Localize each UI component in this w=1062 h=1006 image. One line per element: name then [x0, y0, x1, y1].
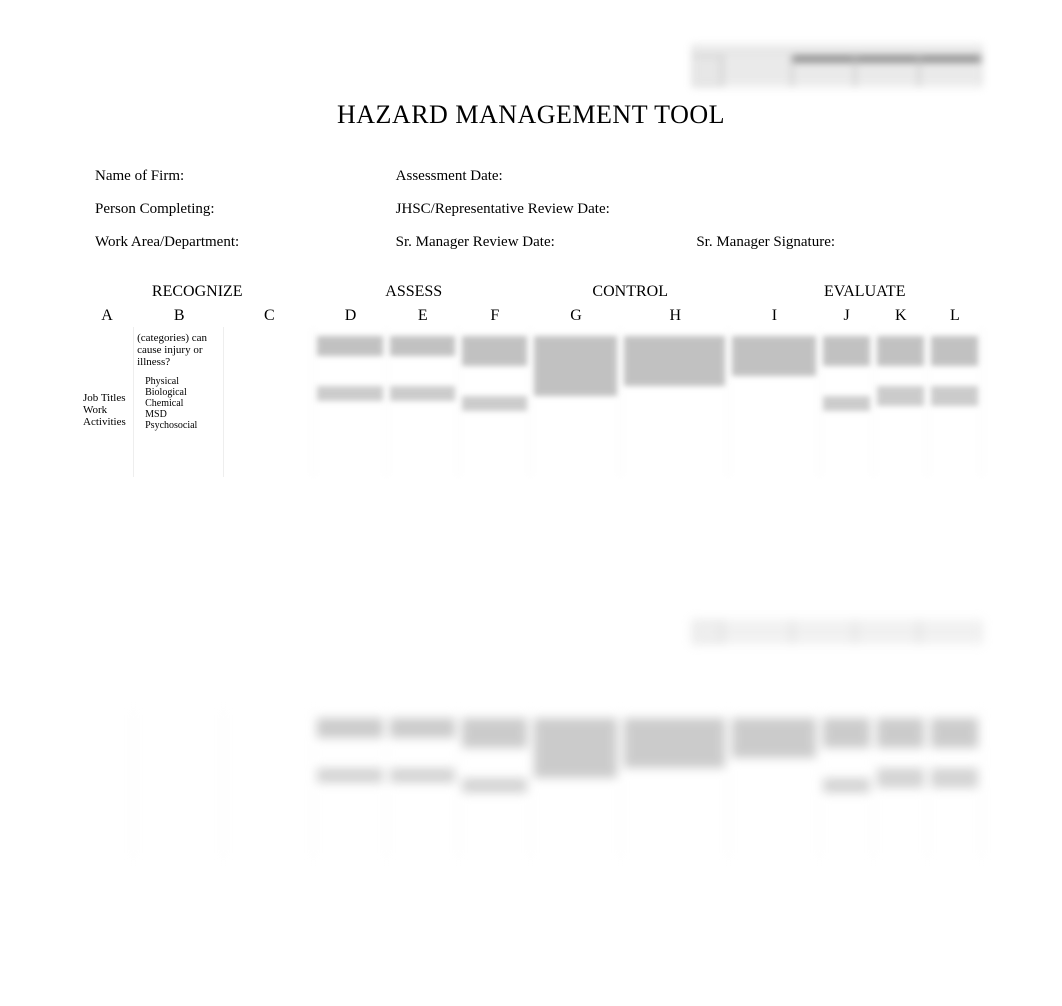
col-d: D [314, 305, 386, 327]
cat-chemical: Chemical [145, 398, 220, 409]
section-recognize: RECOGNIZE [80, 279, 315, 305]
cat-psychosocial: Psychosocial [145, 420, 220, 431]
assessment-date-label: Assessment Date: [381, 160, 682, 193]
col-b: B [134, 305, 224, 327]
description-row: Job Titles Work Activities (categories) … [80, 327, 982, 477]
desc-f [459, 327, 531, 477]
desc-l [928, 327, 982, 477]
person-label: Person Completing: [80, 193, 381, 226]
work-area-label: Work Area/Department: [80, 226, 381, 259]
col-k: K [874, 305, 928, 327]
sr-review-label: Sr. Manager Review Date: [381, 226, 682, 259]
desc-b: (categories) can cause injury or illness… [134, 327, 224, 477]
col-b-header: (categories) can cause injury or illness… [137, 332, 220, 368]
section-evaluate: EVALUATE [747, 279, 982, 305]
col-i: I [729, 305, 819, 327]
col-l: L [928, 305, 982, 327]
desc-a: Job Titles Work Activities [80, 327, 134, 477]
desc-j [820, 327, 874, 477]
desc-k [874, 327, 928, 477]
sr-sig-label: Sr. Manager Signature: [681, 226, 982, 259]
col-g: G [531, 305, 621, 327]
empty-cell [681, 193, 982, 226]
desc-d [314, 327, 386, 477]
info-grid: Name of Firm: Assessment Date: Person Co… [80, 160, 982, 259]
section-control: CONTROL [513, 279, 748, 305]
section-headers: RECOGNIZE ASSESS CONTROL EVALUATE [80, 279, 982, 305]
firm-label: Name of Firm: [80, 160, 381, 193]
section-assess: ASSESS [315, 279, 513, 305]
desc-g [531, 327, 621, 477]
column-headers: A B C D E F G H I J K L [80, 305, 982, 327]
desc-h [621, 327, 729, 477]
cat-msd: MSD [145, 409, 220, 420]
col-a-line1: Job Titles [83, 392, 130, 404]
cat-biological: Biological [145, 387, 220, 398]
col-a: A [80, 305, 134, 327]
risk-matrix-header [692, 45, 982, 55]
col-h: H [621, 305, 729, 327]
col-a-line2: Work [83, 404, 130, 416]
cat-physical: Physical [145, 376, 220, 387]
col-j: J [820, 305, 874, 327]
desc-i [729, 327, 819, 477]
col-e: E [387, 305, 459, 327]
col-f: F [459, 305, 531, 327]
desc-e [387, 327, 459, 477]
risk-matrix-top [692, 45, 982, 87]
jhsc-label: JHSC/Representative Review Date: [381, 193, 682, 226]
lower-blurred-section [80, 617, 982, 859]
col-a-line3: Activities [83, 416, 130, 428]
empty-cell [681, 160, 982, 193]
col-c: C [224, 305, 314, 327]
main-title: HAZARD MANAGEMENT TOOL [80, 100, 982, 130]
desc-c [224, 327, 314, 477]
